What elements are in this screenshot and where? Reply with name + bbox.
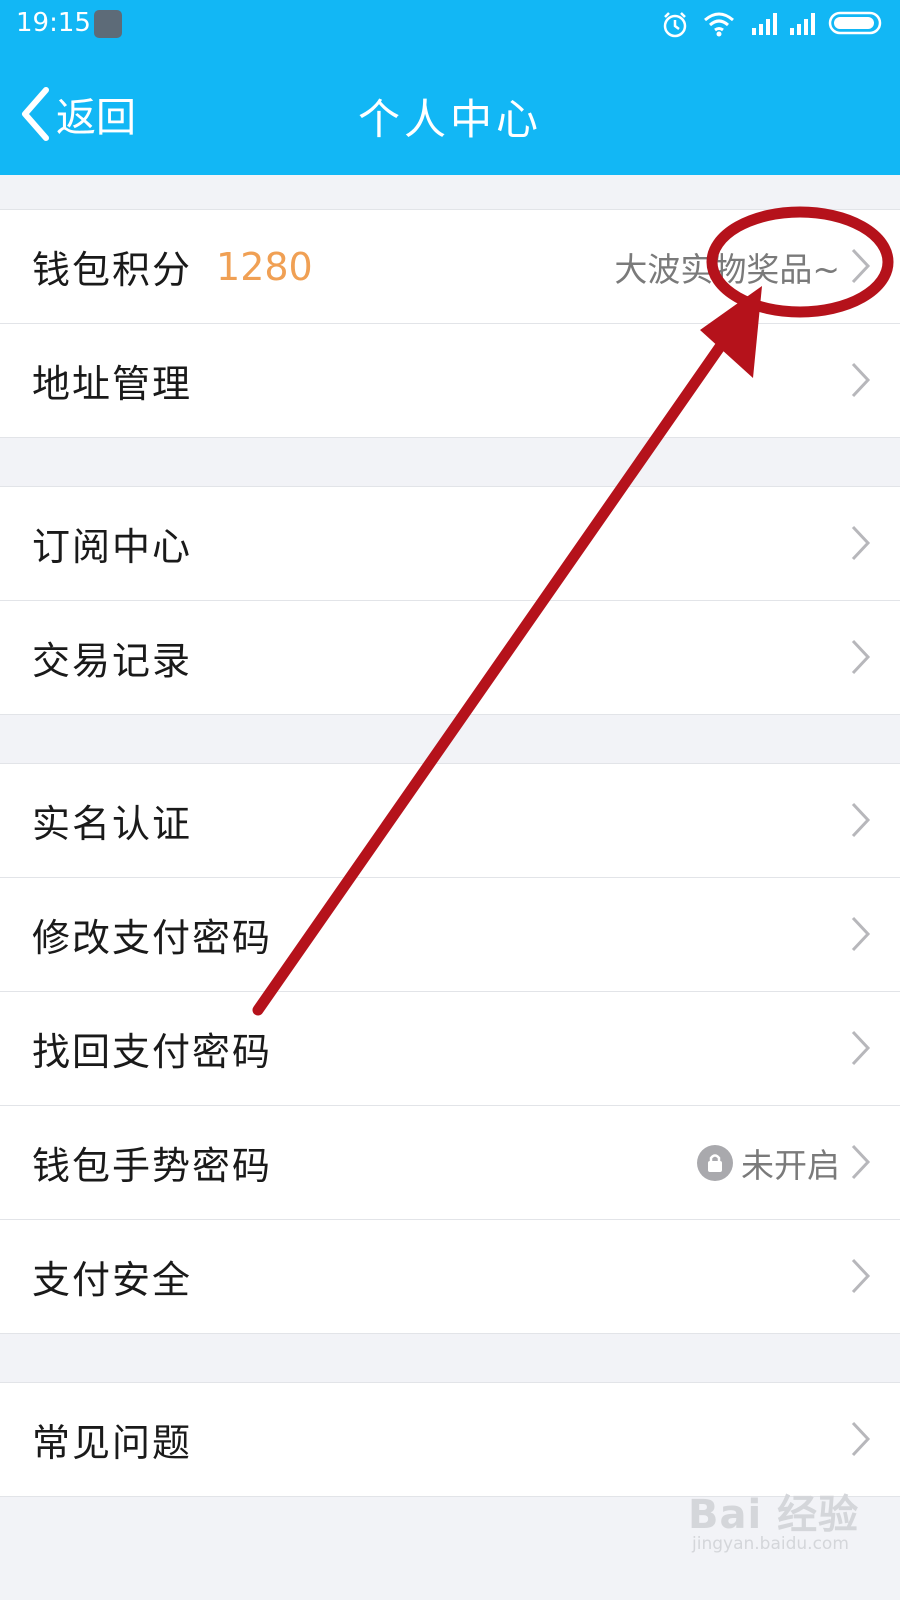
row-label: 地址管理	[32, 362, 193, 406]
row-real-name-verification[interactable]: 实名认证	[0, 764, 900, 878]
row-label: 订阅中心	[32, 525, 193, 569]
watermark-url: jingyan.baidu.com	[692, 1534, 849, 1554]
row-label: 钱包积分	[32, 248, 193, 292]
chevron-right-icon	[851, 1144, 871, 1180]
settings-group-records: 订阅中心 交易记录	[0, 486, 900, 715]
chevron-right-icon	[851, 362, 871, 398]
header: 19:15 返回 个人中心	[0, 0, 900, 175]
app-notification-icon	[94, 10, 122, 38]
settings-group-help: 常见问题	[0, 1382, 900, 1497]
settings-group-wallet: 钱包积分 1280 大波实物奖品~ 地址管理	[0, 209, 900, 438]
settings-group-security: 实名认证 修改支付密码 找回支付密码 钱包手势密码 未开启 支付安全	[0, 763, 900, 1334]
signal-icon	[752, 13, 777, 35]
gesture-status-text: 未开启	[741, 1145, 840, 1185]
signal-icon	[790, 13, 815, 35]
status-bar: 19:15	[0, 0, 900, 52]
row-label: 实名认证	[32, 802, 193, 846]
row-wallet-points[interactable]: 钱包积分 1280 大波实物奖品~	[0, 210, 900, 324]
chevron-right-icon	[851, 248, 871, 284]
row-label: 支付安全	[32, 1258, 193, 1302]
gesture-status: 未开启	[697, 1106, 840, 1219]
row-right-text: 大波实物奖品~	[614, 249, 840, 289]
chevron-right-icon	[851, 639, 871, 675]
status-time: 19:15	[16, 8, 91, 38]
row-label: 找回支付密码	[32, 1030, 273, 1074]
chevron-right-icon	[851, 916, 871, 952]
chevron-right-icon	[851, 802, 871, 838]
row-label: 钱包手势密码	[32, 1144, 273, 1188]
row-label: 交易记录	[32, 639, 193, 683]
row-subscription-center[interactable]: 订阅中心	[0, 487, 900, 601]
battery-icon	[828, 11, 882, 35]
chevron-right-icon	[851, 1030, 871, 1066]
row-gesture-password[interactable]: 钱包手势密码 未开启	[0, 1106, 900, 1220]
points-value: 1280	[216, 244, 313, 289]
wifi-icon	[704, 12, 734, 37]
navigation-bar: 返回 个人中心	[0, 52, 900, 175]
chevron-right-icon	[851, 525, 871, 561]
row-label: 常见问题	[32, 1421, 193, 1465]
lock-icon	[697, 1144, 733, 1181]
watermark-brand: Bai 经验	[688, 1492, 860, 1538]
watermark: Bai 经验 jingyan.baidu.com	[688, 1482, 868, 1562]
row-transaction-records[interactable]: 交易记录	[0, 601, 900, 714]
row-payment-security[interactable]: 支付安全	[0, 1220, 900, 1333]
settings-list: 钱包积分 1280 大波实物奖品~ 地址管理 订阅中心 交易记录 实名认证 修改…	[0, 175, 900, 1497]
row-recover-payment-password[interactable]: 找回支付密码	[0, 992, 900, 1106]
row-label: 修改支付密码	[32, 916, 273, 960]
page-title: 个人中心	[357, 95, 542, 144]
chevron-right-icon	[851, 1421, 871, 1457]
row-faq[interactable]: 常见问题	[0, 1383, 900, 1496]
chevron-right-icon	[851, 1258, 871, 1294]
row-change-payment-password[interactable]: 修改支付密码	[0, 878, 900, 992]
row-address-management[interactable]: 地址管理	[0, 324, 900, 437]
alarm-icon	[663, 12, 687, 38]
